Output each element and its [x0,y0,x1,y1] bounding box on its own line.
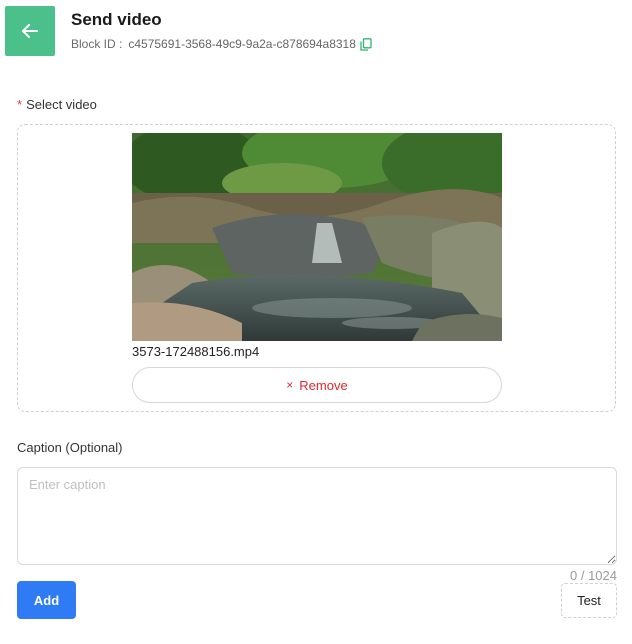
required-mark: * [17,97,23,112]
video-file-name: 3573-172488156.mp4 [132,344,260,359]
caption-label: Caption (Optional) [17,440,123,455]
remove-label: Remove [299,377,348,393]
block-id-row: Block ID : c4575691-3568-49c9-9a2a-c8786… [71,37,372,51]
caption-char-counter: 0 / 1024 [570,568,617,583]
select-video-label: * Select video [17,97,97,112]
block-id-value: c4575691-3568-49c9-9a2a-c878694a8318 [128,37,356,51]
back-button[interactable] [5,6,55,56]
select-video-text: Select video [26,97,97,112]
test-button[interactable]: Test [561,583,617,618]
caption-input[interactable] [17,467,617,565]
block-id-label: Block ID : [71,37,123,51]
close-icon: × [286,378,294,392]
copy-icon[interactable] [360,37,372,51]
remove-video-button[interactable]: × Remove [132,367,502,403]
video-thumbnail[interactable] [132,133,502,341]
add-button[interactable]: Add [17,581,76,619]
arrow-left-icon [22,24,38,38]
page-title: Send video [71,10,162,29]
